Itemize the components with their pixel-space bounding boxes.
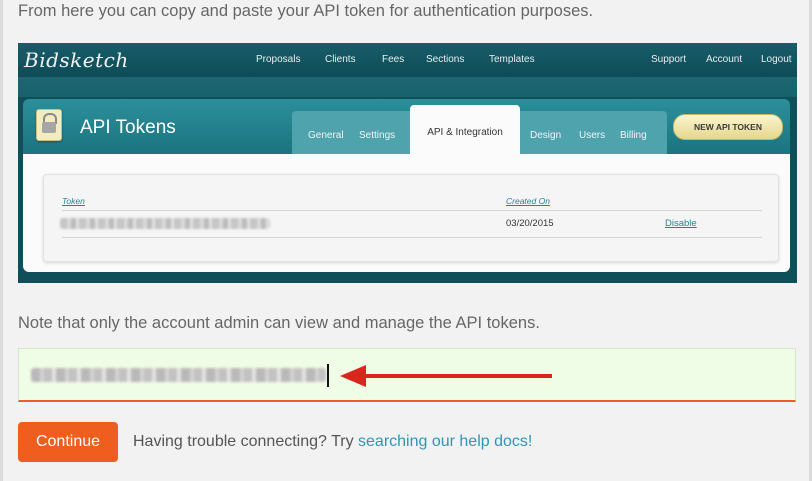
- tab-design: Design: [530, 130, 562, 141]
- nav-account: Account: [706, 54, 743, 65]
- nav-sections: Sections: [426, 54, 465, 65]
- trouble-prefix: Having trouble connecting? Try: [133, 433, 359, 450]
- created-on-column-header: Created On: [506, 196, 550, 206]
- arrow-left-icon: [340, 365, 552, 387]
- text-caret: [327, 364, 329, 387]
- trouble-text: Having trouble connecting? Try searching…: [133, 433, 532, 451]
- lock-icon: [36, 109, 62, 141]
- admin-note: Note that only the account admin can vie…: [18, 314, 540, 332]
- tab-api-integration: API & Integration: [410, 105, 520, 154]
- app-topbar: Bidsketch Proposals Clients Fees Section…: [18, 43, 797, 77]
- app-band: [18, 77, 797, 97]
- intro-text: From here you can copy and paste your AP…: [18, 2, 594, 20]
- new-api-token-button: NEW API TOKEN: [673, 114, 783, 140]
- disable-token-link: Disable: [665, 218, 697, 229]
- frame-border-left: [0, 0, 3, 481]
- nav-clients: Clients: [325, 54, 356, 65]
- blurred-token-value: [60, 218, 270, 229]
- tokens-table: Token Created On 03/20/2015 Disable: [43, 174, 779, 262]
- nav-proposals: Proposals: [256, 54, 301, 65]
- blurred-input-value: [31, 368, 326, 382]
- continue-button[interactable]: Continue: [18, 422, 118, 462]
- api-tokens-title: API Tokens: [80, 117, 176, 138]
- row-divider: [62, 237, 762, 238]
- help-docs-link[interactable]: searching our help docs!: [358, 433, 532, 450]
- tab-general: General: [308, 130, 344, 141]
- nav-fees: Fees: [382, 54, 405, 65]
- tab-users: Users: [579, 130, 606, 141]
- tab-api-integration-label: API & Integration: [427, 127, 503, 138]
- nav-templates: Templates: [489, 54, 535, 65]
- tokens-content: Token Created On 03/20/2015 Disable: [23, 154, 790, 272]
- tab-settings: Settings: [359, 130, 396, 141]
- api-token-input[interactable]: [18, 348, 796, 402]
- header-divider: [62, 210, 762, 211]
- token-column-header: Token: [62, 196, 85, 206]
- settings-tabs: General Settings API & Integration Desig…: [292, 105, 667, 154]
- nav-support: Support: [651, 54, 687, 65]
- tab-billing: Billing: [620, 130, 647, 141]
- api-tokens-header: API Tokens General Settings API & Integr…: [23, 99, 790, 154]
- token-created-date: 03/20/2015: [506, 218, 554, 229]
- nav-logout: Logout: [761, 54, 792, 65]
- api-token-screenshot: Bidsketch Proposals Clients Fees Section…: [18, 43, 797, 283]
- app-logo: Bidsketch: [24, 48, 129, 72]
